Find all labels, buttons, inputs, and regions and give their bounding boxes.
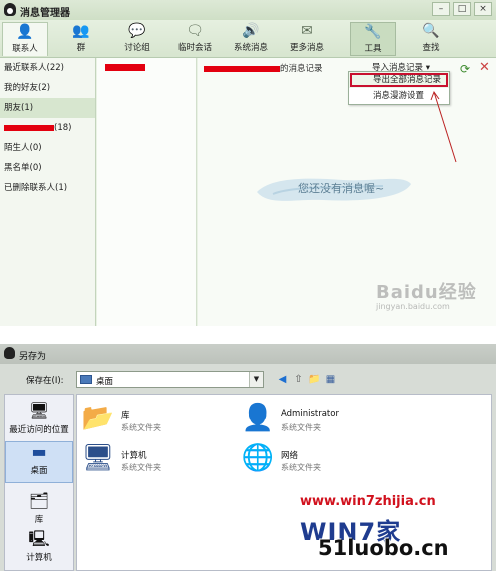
desktop-icon: ▬ (31, 442, 47, 461)
save-in-label: 保存在(I): (26, 376, 64, 386)
tab-contacts[interactable]: 👤 联系人 (2, 22, 48, 56)
save-in-dropdown[interactable]: 桌面 ▼ (76, 371, 264, 388)
site-watermark-url: www.win7zhijia.cn (300, 494, 436, 509)
separator (0, 326, 496, 344)
message-manager-window: 消息管理器 – □ × 👤 联系人 👥 群 💬 讨论组 🗨 临时会话 🔊 系统消… (0, 0, 496, 326)
view-menu-icon[interactable]: ▦ (324, 373, 337, 386)
close-button[interactable]: × (474, 2, 492, 16)
toolbar: 👤 联系人 👥 群 💬 讨论组 🗨 临时会话 🔊 系统消息 ✉ 更多消息 🔧 工… (0, 20, 496, 58)
contact-group-list: 最近联系人(22) 我的好友(2) 朋友(1) (18) 陌生人(0) 黑名单(… (0, 58, 96, 326)
place-desktop[interactable]: ▬ 桌面 (5, 441, 73, 483)
library-icon: 🗂 (28, 491, 50, 510)
new-folder-icon[interactable]: 📁 (308, 373, 321, 386)
tab-more-messages[interactable]: ✉ 更多消息 (284, 22, 330, 56)
up-folder-icon[interactable]: ⇧ (292, 373, 305, 386)
desktop-icon (80, 375, 92, 384)
qq-penguin-icon (4, 3, 16, 16)
more-messages-icon: ✉ (301, 23, 313, 39)
baidu-watermark-url: jingyan.baidu.com (376, 302, 450, 311)
tab-search[interactable]: 🔍 查找 (408, 22, 454, 56)
contact-list (97, 58, 197, 326)
title-bar: 消息管理器 – □ × (0, 0, 496, 20)
library-icon: 📂 (81, 403, 115, 433)
speaker-icon: 🔊 (242, 23, 260, 39)
group-strangers[interactable]: 陌生人(0) (0, 138, 95, 158)
dialog-title: 另存为 (19, 352, 47, 362)
tab-discussion[interactable]: 💬 讨论组 (114, 22, 160, 56)
group-redacted[interactable]: (18) (0, 118, 95, 138)
group-friends[interactable]: 朋友(1) (0, 98, 95, 118)
empty-message-text: 您还没有消息喔~ (298, 182, 385, 195)
window-controls: – □ × (432, 2, 492, 16)
user-folder-icon: 👤 (241, 403, 275, 433)
file-computer[interactable]: 🖥 计算机 系统文件夹 (81, 441, 241, 481)
recent-places-icon: 🖥 (28, 401, 50, 420)
tab-tools[interactable]: 🔧 工具 (350, 22, 396, 56)
wrench-icon: 🔧 (364, 24, 382, 40)
group-icon: 👥 (72, 23, 90, 39)
file-network[interactable]: 🌐 网络 系统文件夹 (241, 441, 401, 481)
network-icon: 🌐 (241, 443, 275, 473)
qq-penguin-icon (4, 347, 15, 359)
file-library[interactable]: 📂 库 系统文件夹 (81, 401, 241, 441)
computer-icon: 🖥 (81, 443, 115, 473)
redacted-contact[interactable] (105, 64, 145, 71)
place-library[interactable]: 🗂 库 (5, 491, 73, 525)
file-administrator[interactable]: 👤 Administrator 系统文件夹 (241, 401, 401, 441)
search-icon: 🔍 (422, 23, 440, 39)
save-as-dialog: 另存为 保存在(I): 桌面 ▼ ◀ ⇧ 📁 ▦ 🖥 最近访问的位置 ▬ 桌面 … (0, 344, 496, 571)
tab-temp-chat[interactable]: 🗨 临时会话 (172, 22, 218, 56)
site-watermark-url2: 51luobo.cn (318, 536, 449, 560)
place-computer[interactable]: 🖳 计算机 (5, 529, 73, 563)
places-bar: 🖥 最近访问的位置 ▬ 桌面 🗂 库 🖳 计算机 (4, 394, 74, 571)
temp-chat-icon: 🗨 (186, 23, 204, 39)
group-recent[interactable]: 最近联系人(22) (0, 58, 95, 78)
tab-groups[interactable]: 👥 群 (58, 22, 104, 56)
computer-icon: 🖳 (28, 529, 50, 548)
chevron-down-icon[interactable]: ▼ (249, 372, 263, 387)
contact-icon: 👤 (16, 24, 34, 40)
save-in-row: 保存在(I): 桌面 ▼ (0, 368, 496, 392)
dialog-title-bar: 另存为 (0, 344, 496, 364)
group-deleted[interactable]: 已删除联系人(1) (0, 178, 95, 198)
place-recent[interactable]: 🖥 最近访问的位置 (5, 401, 73, 435)
save-in-value: 桌面 (96, 377, 114, 387)
redaction-bar (4, 124, 54, 131)
tab-system-messages[interactable]: 🔊 系统消息 (228, 22, 274, 56)
maximize-button[interactable]: □ (453, 2, 471, 16)
minimize-button[interactable]: – (432, 2, 450, 16)
message-view: 的消息记录 导入消息记录 ▾ 导出全部消息记录 消息漫游设置 ⟳ ✕ 您还没有消… (198, 58, 496, 326)
discussion-icon: 💬 (128, 23, 146, 39)
group-my-friends[interactable]: 我的好友(2) (0, 78, 95, 98)
group-blacklist[interactable]: 黑名单(0) (0, 158, 95, 178)
baidu-watermark: Baidu经验 (376, 282, 477, 303)
window-title: 消息管理器 (20, 8, 70, 19)
back-icon[interactable]: ◀ (276, 373, 289, 386)
